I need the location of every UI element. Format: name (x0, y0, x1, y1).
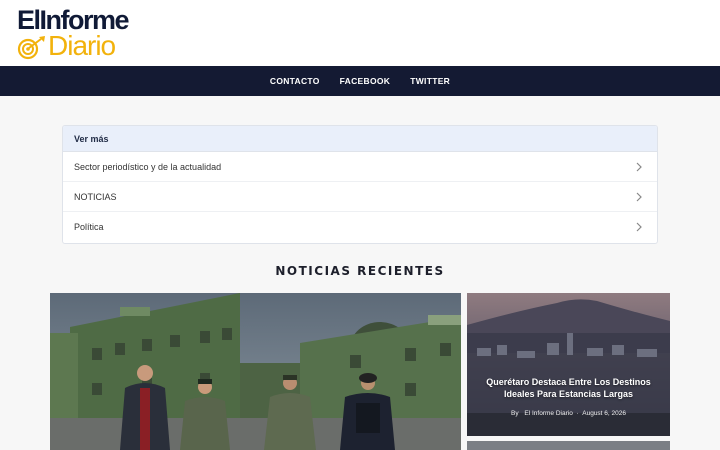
featured-news-image (50, 293, 461, 450)
nav-link-facebook[interactable]: FACEBOOK (340, 76, 391, 86)
ver-mas-item-sector[interactable]: Sector periodístico y de la actualidad (63, 152, 657, 182)
target-logo-icon (17, 36, 45, 60)
featured-news-card[interactable] (50, 293, 461, 450)
ver-mas-item-label: NOTICIAS (74, 191, 117, 202)
byline-prefix: By (511, 410, 519, 417)
nav-link-contacto[interactable]: CONTACTO (270, 76, 320, 86)
logo-text-bottom: Diario (48, 30, 116, 61)
ver-mas-item-label: Sector periodístico y de la actualidad (74, 161, 222, 172)
ver-mas-item-noticias[interactable]: NOTICIAS (63, 182, 657, 212)
chevron-right-icon (636, 222, 642, 232)
byline-separator: · (576, 410, 579, 417)
site-logo[interactable]: ElInforme Diario (17, 6, 167, 60)
side-news-title[interactable]: Querétaro Destaca Entre Los Destinos Ide… (475, 377, 662, 400)
second-side-news-card[interactable] (467, 441, 670, 450)
chevron-right-icon (636, 192, 642, 201)
main-nav: CONTACTO FACEBOOK TWITTER (0, 66, 720, 96)
ver-mas-item-politica[interactable]: Política (63, 212, 657, 242)
nav-link-twitter[interactable]: TWITTER (410, 76, 450, 86)
ver-mas-heading: Ver más (63, 126, 657, 152)
ver-mas-item-label: Política (74, 222, 104, 232)
site-header: ElInforme Diario (0, 0, 720, 66)
ver-mas-box: Ver más Sector periodístico y de la actu… (62, 125, 658, 244)
section-title-recent: NOTICIAS RECIENTES (275, 264, 445, 278)
byline-date: August 6, 2026 (582, 410, 626, 417)
chevron-right-icon (636, 162, 642, 171)
side-news-meta: By El Informe Diario · August 6, 2026 (467, 410, 670, 417)
side-news-card[interactable]: Querétaro Destaca Entre Los Destinos Ide… (467, 293, 670, 436)
byline-author[interactable]: El Informe Diario (524, 410, 572, 417)
